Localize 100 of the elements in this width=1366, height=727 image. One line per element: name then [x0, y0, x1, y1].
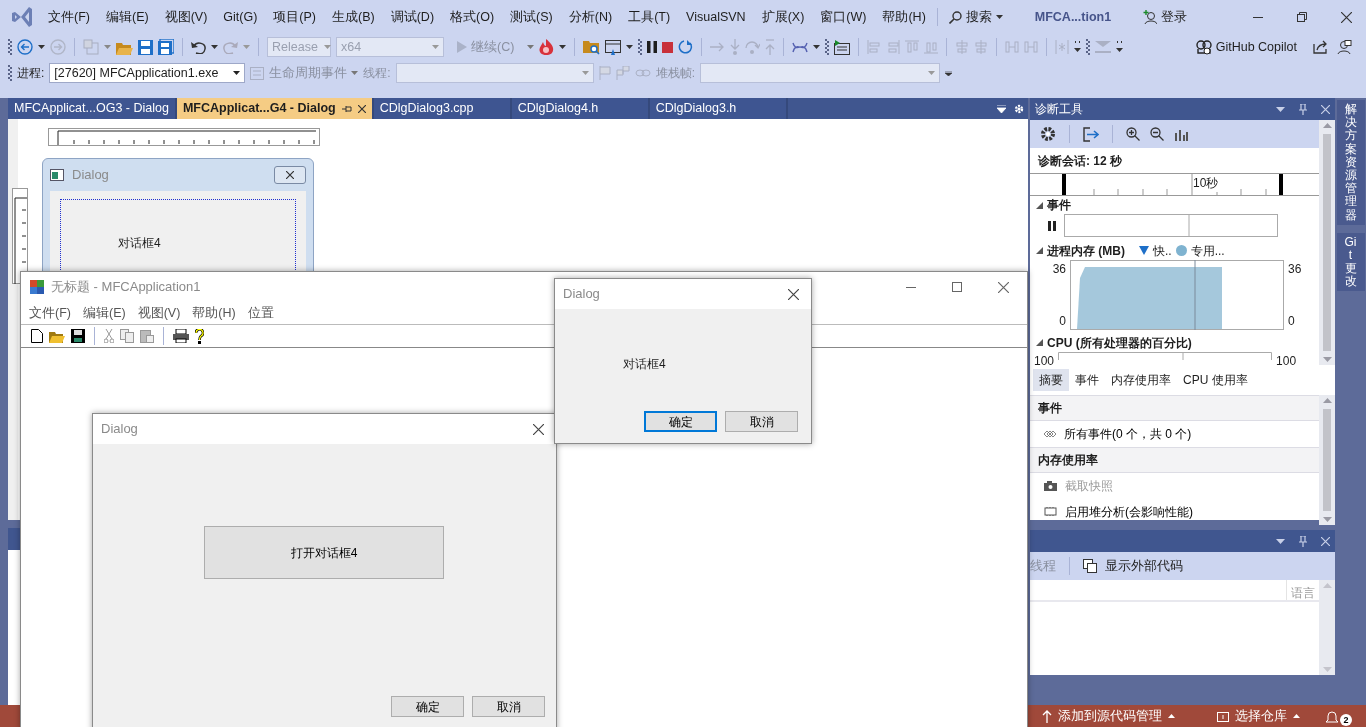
close-icon[interactable] [1341, 11, 1352, 23]
dropdown-icon[interactable] [997, 104, 1006, 113]
menu-item[interactable]: 文件(F) [40, 7, 98, 27]
side-tab[interactable]: Git 更改 [1336, 232, 1365, 292]
pause-icon[interactable] [647, 41, 658, 53]
zoom-out-icon[interactable] [1150, 127, 1164, 141]
close-icon[interactable] [286, 171, 294, 179]
pin-icon[interactable] [341, 104, 352, 113]
menu-item[interactable]: 位置 [241, 303, 280, 323]
help-icon[interactable] [195, 328, 204, 344]
export-icon[interactable] [1083, 126, 1099, 142]
show-external-code-button[interactable]: 显示外部代码 [1083, 556, 1183, 576]
open-dialog-button[interactable]: 打开对话框4 [204, 526, 444, 579]
expanded-icon[interactable] [1036, 339, 1043, 347]
restart-icon[interactable] [678, 39, 694, 55]
minimize-icon[interactable] [906, 286, 916, 288]
expanded-icon[interactable] [1036, 201, 1043, 209]
source-control-button[interactable]: 添加到源代码管理 [1036, 705, 1181, 727]
caret-up-icon[interactable] [1293, 714, 1300, 718]
menu-item[interactable]: 帮助(H) [186, 303, 242, 323]
close-icon[interactable] [788, 288, 799, 300]
copilot-icon[interactable] [1195, 39, 1212, 55]
caret-icon[interactable] [559, 45, 567, 49]
open-folder-icon[interactable] [49, 329, 65, 343]
dropdown-icon[interactable] [1276, 538, 1285, 544]
menu-item[interactable]: 编辑(E) [76, 303, 132, 323]
menu-item[interactable]: 扩展(X) [753, 7, 813, 27]
copilot-button[interactable]: GitHub Copilot [1187, 37, 1305, 57]
menu-item[interactable]: VisualSVN [678, 7, 754, 27]
menu-item[interactable]: 生成(B) [324, 7, 383, 27]
menu-item[interactable]: 编辑(E) [97, 7, 157, 27]
overflow-icon[interactable] [1116, 40, 1124, 54]
save-icon[interactable] [71, 329, 85, 343]
process-dropdown[interactable]: [27620] MFCApplication1.exe [49, 63, 246, 83]
menu-item[interactable]: 调试(D) [382, 7, 443, 27]
document-tab[interactable]: MFCApplicat...G4 - Dialog [176, 98, 374, 119]
tab[interactable]: CPU 使用率 [1177, 369, 1254, 391]
menu-item[interactable]: 帮助(H) [874, 7, 934, 27]
new-file-icon[interactable] [31, 329, 43, 343]
window-icon[interactable] [605, 39, 622, 55]
share-icon[interactable] [1313, 40, 1328, 54]
caret-up-icon[interactable] [1168, 714, 1175, 718]
bell-icon[interactable] [1326, 709, 1338, 723]
menu-item[interactable]: 文件(F) [23, 303, 77, 323]
menu-item[interactable]: 视图(V) [156, 7, 216, 27]
pause-icon[interactable] [1048, 220, 1056, 231]
side-tab[interactable]: 解决方案资源管理器 [1336, 100, 1365, 225]
caret-icon[interactable] [813, 45, 821, 49]
ok-button[interactable]: 确定 [644, 411, 717, 432]
caret-icon[interactable] [995, 15, 1003, 19]
search-button[interactable]: 搜索 [940, 7, 1011, 27]
caret-icon[interactable] [233, 71, 241, 75]
copy-icon[interactable] [1083, 559, 1097, 573]
ok-button[interactable]: 确定 [391, 696, 464, 717]
folder-search-icon[interactable] [583, 39, 601, 55]
undo-icon[interactable] [191, 40, 206, 54]
close-icon[interactable] [533, 423, 544, 435]
save-all-icon[interactable] [158, 39, 174, 55]
restore-icon[interactable] [1297, 12, 1307, 22]
close-button[interactable] [274, 166, 306, 184]
menu-item[interactable]: 测试(S) [502, 7, 561, 27]
cancel-button[interactable]: 取消 [472, 696, 545, 717]
sign-in-button[interactable]: 登录 [1135, 7, 1196, 27]
menu-item[interactable]: 视图(V) [131, 303, 187, 323]
repository-button[interactable]: 选择仓库 [1211, 705, 1306, 727]
repository-icon[interactable] [1217, 710, 1229, 722]
menu-item[interactable]: Git(G) [215, 7, 266, 27]
back-icon[interactable] [17, 39, 33, 55]
minimize-icon[interactable] [1253, 16, 1263, 18]
person-add-icon[interactable] [1143, 10, 1158, 24]
zoom-in-icon[interactable] [1126, 127, 1140, 141]
maximize-icon[interactable] [952, 282, 962, 292]
stop-icon[interactable] [662, 41, 674, 53]
menu-item[interactable]: 工具(T) [620, 7, 679, 27]
feedback-icon[interactable] [1336, 39, 1352, 55]
cancel-button[interactable]: 取消 [725, 411, 798, 432]
cut-icon[interactable] [104, 329, 114, 343]
overflow-icon[interactable] [945, 70, 953, 76]
menu-item[interactable]: 窗口(W) [812, 7, 875, 27]
menu-item[interactable]: 分析(N) [560, 7, 621, 27]
bar-chart-icon[interactable] [1174, 127, 1188, 141]
caret-icon[interactable] [626, 45, 634, 49]
printer-icon[interactable] [173, 329, 189, 343]
tab[interactable]: 摘要 [1033, 369, 1069, 391]
action-link[interactable]: 所有事件(0 个，共 0 个) [1030, 421, 1319, 447]
action-link[interactable]: 启用堆分析(会影响性能) [1030, 499, 1319, 525]
up-arrow-icon[interactable] [1042, 709, 1052, 723]
close-icon[interactable] [357, 104, 366, 113]
caret-icon[interactable] [38, 45, 45, 49]
overflow-icon[interactable] [1074, 40, 1082, 54]
run-window-icon[interactable] [834, 39, 851, 55]
settings-icon[interactable] [1040, 126, 1056, 142]
dropdown-icon[interactable] [1276, 106, 1285, 112]
menu-item[interactable]: 格式(O) [442, 7, 503, 27]
close-icon[interactable] [998, 281, 1009, 293]
search-icon[interactable] [948, 10, 962, 24]
paste-icon[interactable] [140, 329, 154, 343]
menu-item[interactable]: 项目(P) [265, 7, 324, 27]
caret-icon[interactable] [211, 45, 218, 49]
expanded-icon[interactable] [1036, 247, 1043, 255]
